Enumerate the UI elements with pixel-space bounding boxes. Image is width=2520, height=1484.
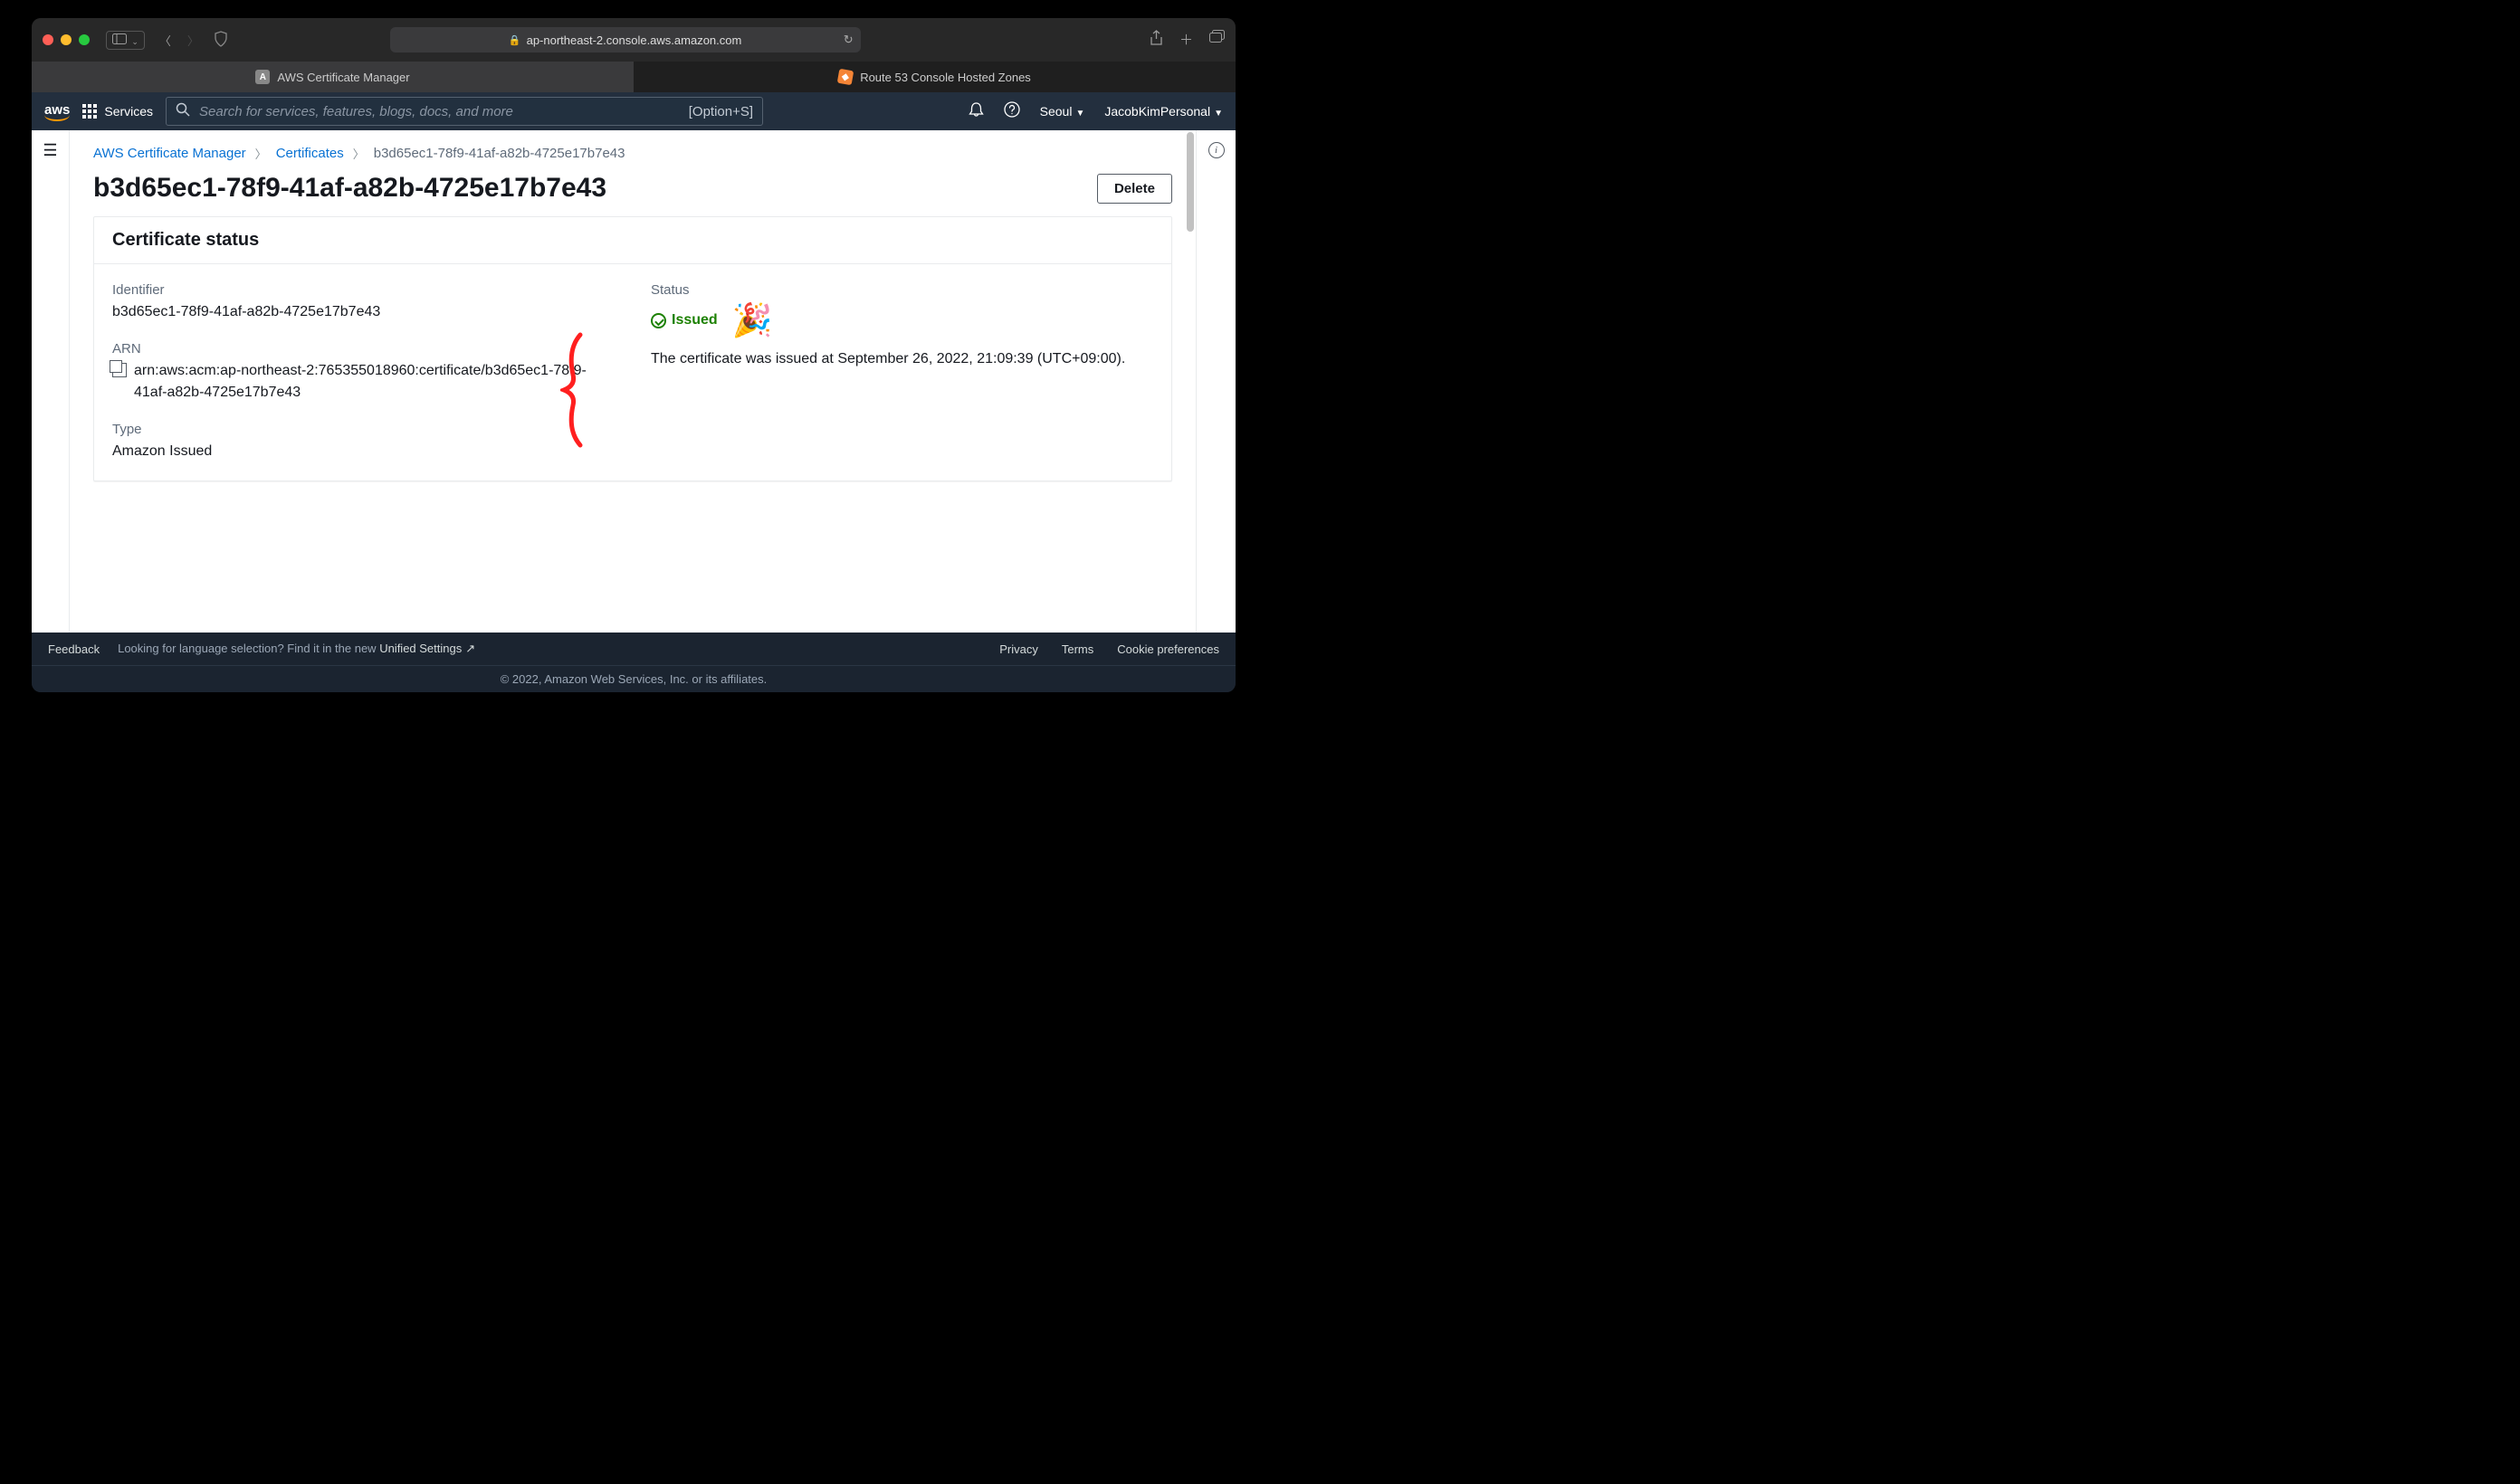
privacy-shield-icon[interactable]	[214, 31, 228, 50]
tab-label: Route 53 Console Hosted Zones	[860, 71, 1031, 84]
chevron-right-icon: 〉	[255, 145, 267, 162]
url-host: ap-northeast-2.console.aws.amazon.com	[527, 33, 742, 47]
tab-label: AWS Certificate Manager	[277, 71, 409, 84]
share-button[interactable]	[1150, 30, 1163, 50]
region-selector[interactable]: Seoul▼	[1040, 104, 1085, 119]
content-area: ☰ AWS Certificate Manager 〉 Certificates…	[32, 130, 1236, 633]
notifications-button[interactable]	[969, 101, 984, 122]
help-button[interactable]	[1004, 101, 1020, 122]
browser-tabs: A AWS Certificate Manager ◆ Route 53 Con…	[32, 62, 1236, 92]
breadcrumb-section[interactable]: Certificates	[276, 146, 344, 161]
unified-settings-link[interactable]: Unified Settings↗	[379, 642, 475, 655]
feedback-link[interactable]: Feedback	[48, 642, 100, 656]
address-bar[interactable]: 🔒 ap-northeast-2.console.aws.amazon.com …	[390, 27, 861, 52]
close-window-button[interactable]	[43, 34, 53, 45]
breadcrumb-current: b3d65ec1-78f9-41af-a82b-4725e17b7e43	[374, 146, 625, 161]
main-content: AWS Certificate Manager 〉 Certificates 〉…	[70, 130, 1196, 633]
maximize-window-button[interactable]	[79, 34, 90, 45]
lang-prompt: Looking for language selection? Find it …	[118, 642, 475, 656]
browser-toolbar: ⌄ 〈 〉 🔒 ap-northeast-2.console.aws.amazo…	[32, 18, 1236, 62]
status-label: Status	[651, 282, 1153, 298]
copy-arn-button[interactable]	[112, 363, 127, 377]
back-button[interactable]: 〈	[154, 30, 177, 51]
copyright-bar: © 2022, Amazon Web Services, Inc. or its…	[32, 665, 1236, 692]
chevron-right-icon: 〉	[353, 145, 365, 162]
search-shortcut: [Option+S]	[689, 104, 753, 119]
window-controls	[43, 34, 90, 45]
aws-logo[interactable]: aws	[44, 102, 70, 121]
panel-header: Certificate status	[94, 217, 1171, 264]
delete-button[interactable]: Delete	[1097, 174, 1172, 204]
right-column: Status Issued 🎉 The certificate was issu…	[651, 282, 1153, 462]
left-sidebar-rail: ☰	[32, 130, 70, 633]
account-menu[interactable]: JacobKimPersonal▼	[1104, 104, 1223, 119]
title-row: b3d65ec1-78f9-41af-a82b-4725e17b7e43 Del…	[93, 173, 1172, 204]
tab-route53[interactable]: ◆ Route 53 Console Hosted Zones	[634, 62, 1236, 92]
certificate-status-panel: Certificate status Identifier b3d65ec1-7…	[93, 216, 1172, 481]
status-description: The certificate was issued at September …	[651, 348, 1153, 370]
tab-overview-button[interactable]	[1209, 30, 1225, 50]
status-value: Issued	[672, 312, 718, 328]
info-icon[interactable]: i	[1208, 142, 1225, 158]
scrollbar-thumb[interactable]	[1187, 132, 1194, 232]
party-popper-icon: 🎉	[732, 301, 773, 339]
lock-icon: 🔒	[509, 34, 521, 46]
privacy-link[interactable]: Privacy	[999, 642, 1038, 656]
services-label: Services	[104, 104, 153, 119]
external-link-icon: ↗	[465, 642, 475, 655]
annotation-bracket	[560, 331, 587, 449]
success-check-icon	[651, 313, 666, 328]
breadcrumb-root[interactable]: AWS Certificate Manager	[93, 146, 246, 161]
tab-favicon-acm: A	[255, 70, 270, 84]
new-tab-button[interactable]: ＋	[1179, 30, 1193, 50]
tab-acm[interactable]: A AWS Certificate Manager	[32, 62, 634, 92]
minimize-window-button[interactable]	[61, 34, 72, 45]
cookie-prefs-link[interactable]: Cookie preferences	[1117, 642, 1219, 656]
identifier-value: b3d65ec1-78f9-41af-a82b-4725e17b7e43	[112, 301, 615, 323]
arn-value: arn:aws:acm:ap-northeast-2:765355018960:…	[134, 360, 615, 404]
aws-top-nav: aws Services Search for services, featur…	[32, 92, 1236, 130]
sidebar-toggle-button[interactable]: ⌄	[106, 31, 145, 50]
terms-link[interactable]: Terms	[1062, 642, 1093, 656]
type-value: Amazon Issued	[112, 441, 615, 462]
reload-button[interactable]: ↻	[844, 33, 854, 47]
arn-label: ARN	[112, 341, 615, 357]
breadcrumb: AWS Certificate Manager 〉 Certificates 〉…	[93, 145, 1172, 162]
services-grid-icon	[82, 104, 97, 119]
search-placeholder: Search for services, features, blogs, do…	[199, 104, 513, 119]
safari-window: ⌄ 〈 〉 🔒 ap-northeast-2.console.aws.amazo…	[32, 18, 1236, 692]
right-help-rail: i	[1196, 130, 1236, 633]
tab-favicon-r53: ◆	[837, 69, 854, 86]
search-icon	[176, 102, 190, 120]
sidebar-expand-button[interactable]: ☰	[43, 141, 57, 159]
type-label: Type	[112, 422, 615, 437]
page-title: b3d65ec1-78f9-41af-a82b-4725e17b7e43	[93, 173, 606, 204]
services-menu-button[interactable]: Services	[82, 104, 153, 119]
identifier-label: Identifier	[112, 282, 615, 298]
aws-search-input[interactable]: Search for services, features, blogs, do…	[166, 97, 763, 126]
console-footer: Feedback Looking for language selection?…	[32, 633, 1236, 665]
left-column: Identifier b3d65ec1-78f9-41af-a82b-4725e…	[112, 282, 615, 462]
forward-button[interactable]: 〉	[182, 30, 205, 51]
